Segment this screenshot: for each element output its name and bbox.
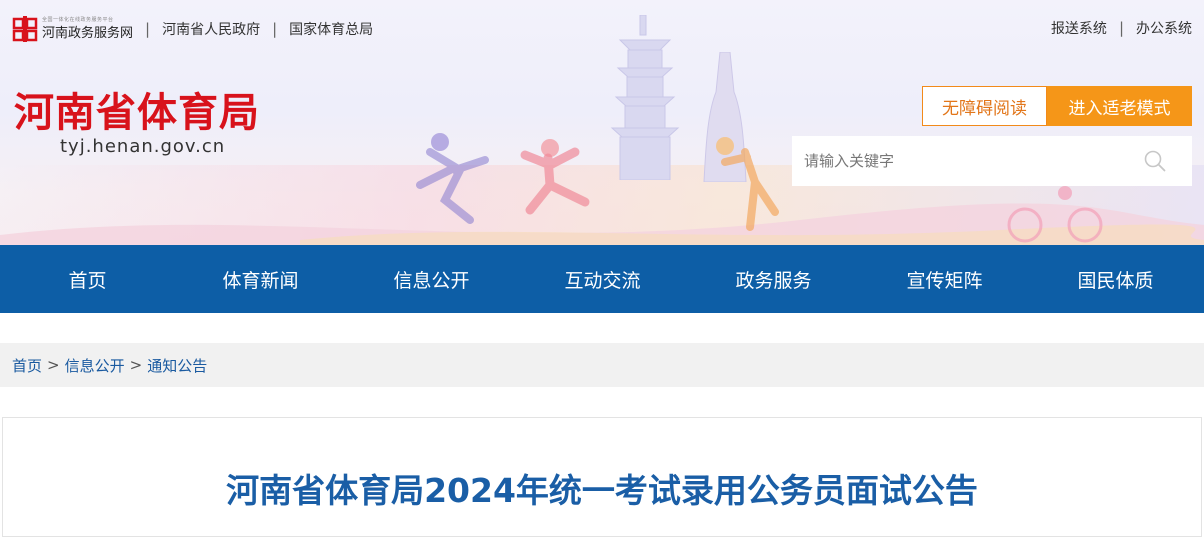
nav-item-sports-news[interactable]: 体育新闻 [175, 266, 346, 293]
site-header: 全国一体化在线政务服务平台 河南政务服务网 | 河南省人民政府 | 国家体育总局… [0, 0, 1204, 245]
search-box [792, 136, 1192, 186]
site-title[interactable]: 河南省体育局 [14, 80, 260, 138]
divider: | [145, 20, 151, 38]
volleyball-player-illustration [716, 137, 779, 231]
top-bar: 全国一体化在线政务服务平台 河南政务服务网 | 河南省人民政府 | 国家体育总局 [12, 14, 373, 44]
breadcrumb-notices[interactable]: 通知公告 [147, 355, 207, 376]
top-right-links: 报送系统 | 办公系统 [1051, 18, 1192, 38]
divider: | [1118, 19, 1124, 37]
accessibility-reading-button[interactable]: 无障碍阅读 [922, 86, 1047, 126]
article-title: 河南省体育局2024年统一考试录用公务员面试公告 [226, 471, 978, 510]
search-input[interactable] [792, 136, 1122, 186]
site-domain: tyj.henan.gov.cn [60, 136, 226, 157]
nav-item-info-disclosure[interactable]: 信息公开 [346, 266, 517, 293]
nav-item-gov-services[interactable]: 政务服务 [688, 266, 859, 293]
accessibility-buttons: 无障碍阅读 进入适老模式 [922, 86, 1192, 126]
breadcrumb: 首页 > 信息公开 > 通知公告 [0, 343, 1204, 387]
gov-service-logo-icon [12, 16, 38, 42]
breadcrumb-separator: > [47, 356, 60, 374]
breadcrumb-home[interactable]: 首页 [12, 355, 42, 376]
gov-service-logo[interactable]: 全国一体化在线政务服务平台 河南政务服务网 [12, 16, 133, 42]
search-icon[interactable] [1144, 150, 1166, 172]
article-panel: 河南省体育局2024年统一考试录用公务员面试公告 [2, 417, 1202, 537]
office-system-link[interactable]: 办公系统 [1136, 18, 1192, 38]
breadcrumb-separator: > [129, 356, 143, 374]
cyclist-illustration [1007, 186, 1103, 243]
divider: | [272, 20, 278, 38]
henan-gov-link[interactable]: 河南省人民政府 [162, 19, 260, 39]
elderly-mode-button[interactable]: 进入适老模式 [1047, 86, 1192, 126]
nav-item-interaction[interactable]: 互动交流 [517, 266, 688, 293]
nav-item-national-fitness[interactable]: 国民体质 [1030, 266, 1201, 293]
athletes-illustration [416, 133, 590, 224]
gov-logo-subtitle: 全国一体化在线政务服务平台 [42, 17, 114, 23]
gov-logo-name: 河南政务服务网 [42, 26, 134, 41]
report-system-link[interactable]: 报送系统 [1051, 18, 1107, 38]
nav-item-media-matrix[interactable]: 宣传矩阵 [859, 266, 1030, 293]
nav-item-home[interactable]: 首页 [0, 266, 175, 293]
main-nav: 首页 体育新闻 信息公开 互动交流 政务服务 宣传矩阵 国民体质 [0, 245, 1204, 313]
breadcrumb-info-disclosure[interactable]: 信息公开 [65, 355, 125, 376]
sport-general-admin-link[interactable]: 国家体育总局 [289, 19, 373, 39]
